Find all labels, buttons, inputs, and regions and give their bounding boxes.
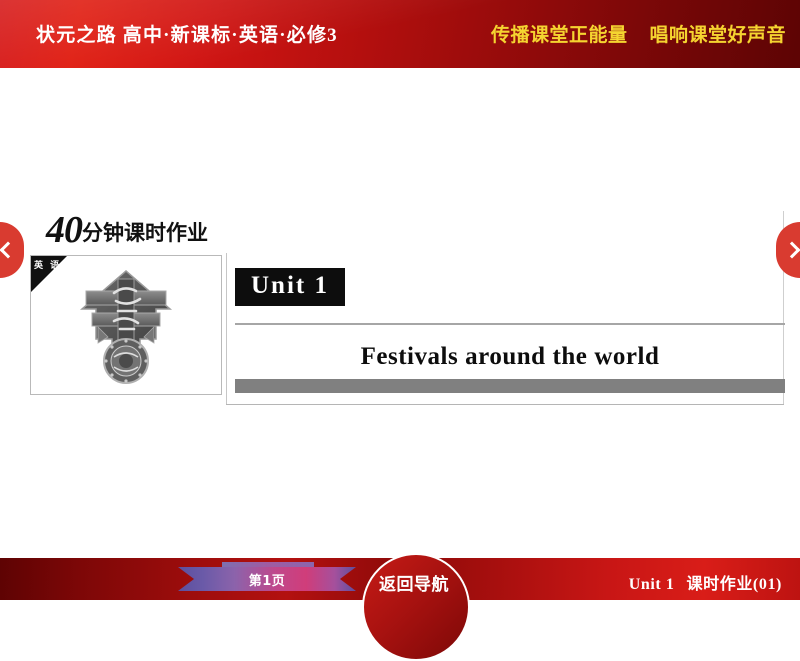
- cover-thumbnail-box: 英 语: [30, 255, 222, 395]
- unit-title-word-2: around: [465, 343, 546, 370]
- content-left-divider: [226, 253, 227, 405]
- footer-unit-label: Unit 1: [628, 576, 675, 593]
- slide-stage: 40分钟课时作业 英 语 Unit 1 Festivals around the…: [0, 68, 800, 558]
- return-nav-label: 返回导航: [379, 575, 449, 595]
- chevron-left-icon: [0, 241, 17, 259]
- app-header: 状元之路 高中·新课标·英语·必修3 传播课堂正能量 唱响课堂好声音: [0, 0, 800, 68]
- slogan-right-text: 唱响课堂好声音: [649, 24, 786, 46]
- wanshiruyi-seal-icon: [79, 270, 173, 384]
- header-slogan: 传播课堂正能量 唱响课堂好声音: [491, 20, 786, 47]
- unit-title-word-3: the: [552, 343, 588, 370]
- worksheet-minutes: 40: [46, 209, 83, 251]
- unit-baseline: [226, 404, 784, 405]
- slogan-left-text: 传播课堂正能量: [490, 24, 628, 46]
- unit-title: Festivals around the world: [235, 343, 785, 371]
- unit-rule: [235, 323, 785, 325]
- page-number-label: 第1页: [248, 574, 286, 589]
- footer-task-label: 课时作业(01): [686, 576, 782, 593]
- book-title: 状元之路 高中·新课标·英语·必修3: [36, 25, 338, 46]
- subject-label: 英 语: [34, 261, 62, 271]
- worksheet-label: 分钟课时作业: [82, 221, 208, 245]
- chevron-right-icon: [783, 241, 800, 259]
- worksheet-heading: 40分钟课时作业: [46, 208, 208, 252]
- unit-accent-bar: [235, 379, 785, 393]
- unit-badge: Unit 1: [235, 268, 345, 306]
- footer-unit-task: Unit 1 课时作业(01): [629, 570, 782, 594]
- unit-title-word-4: world: [594, 343, 660, 370]
- unit-title-word-1: Festivals: [360, 343, 459, 370]
